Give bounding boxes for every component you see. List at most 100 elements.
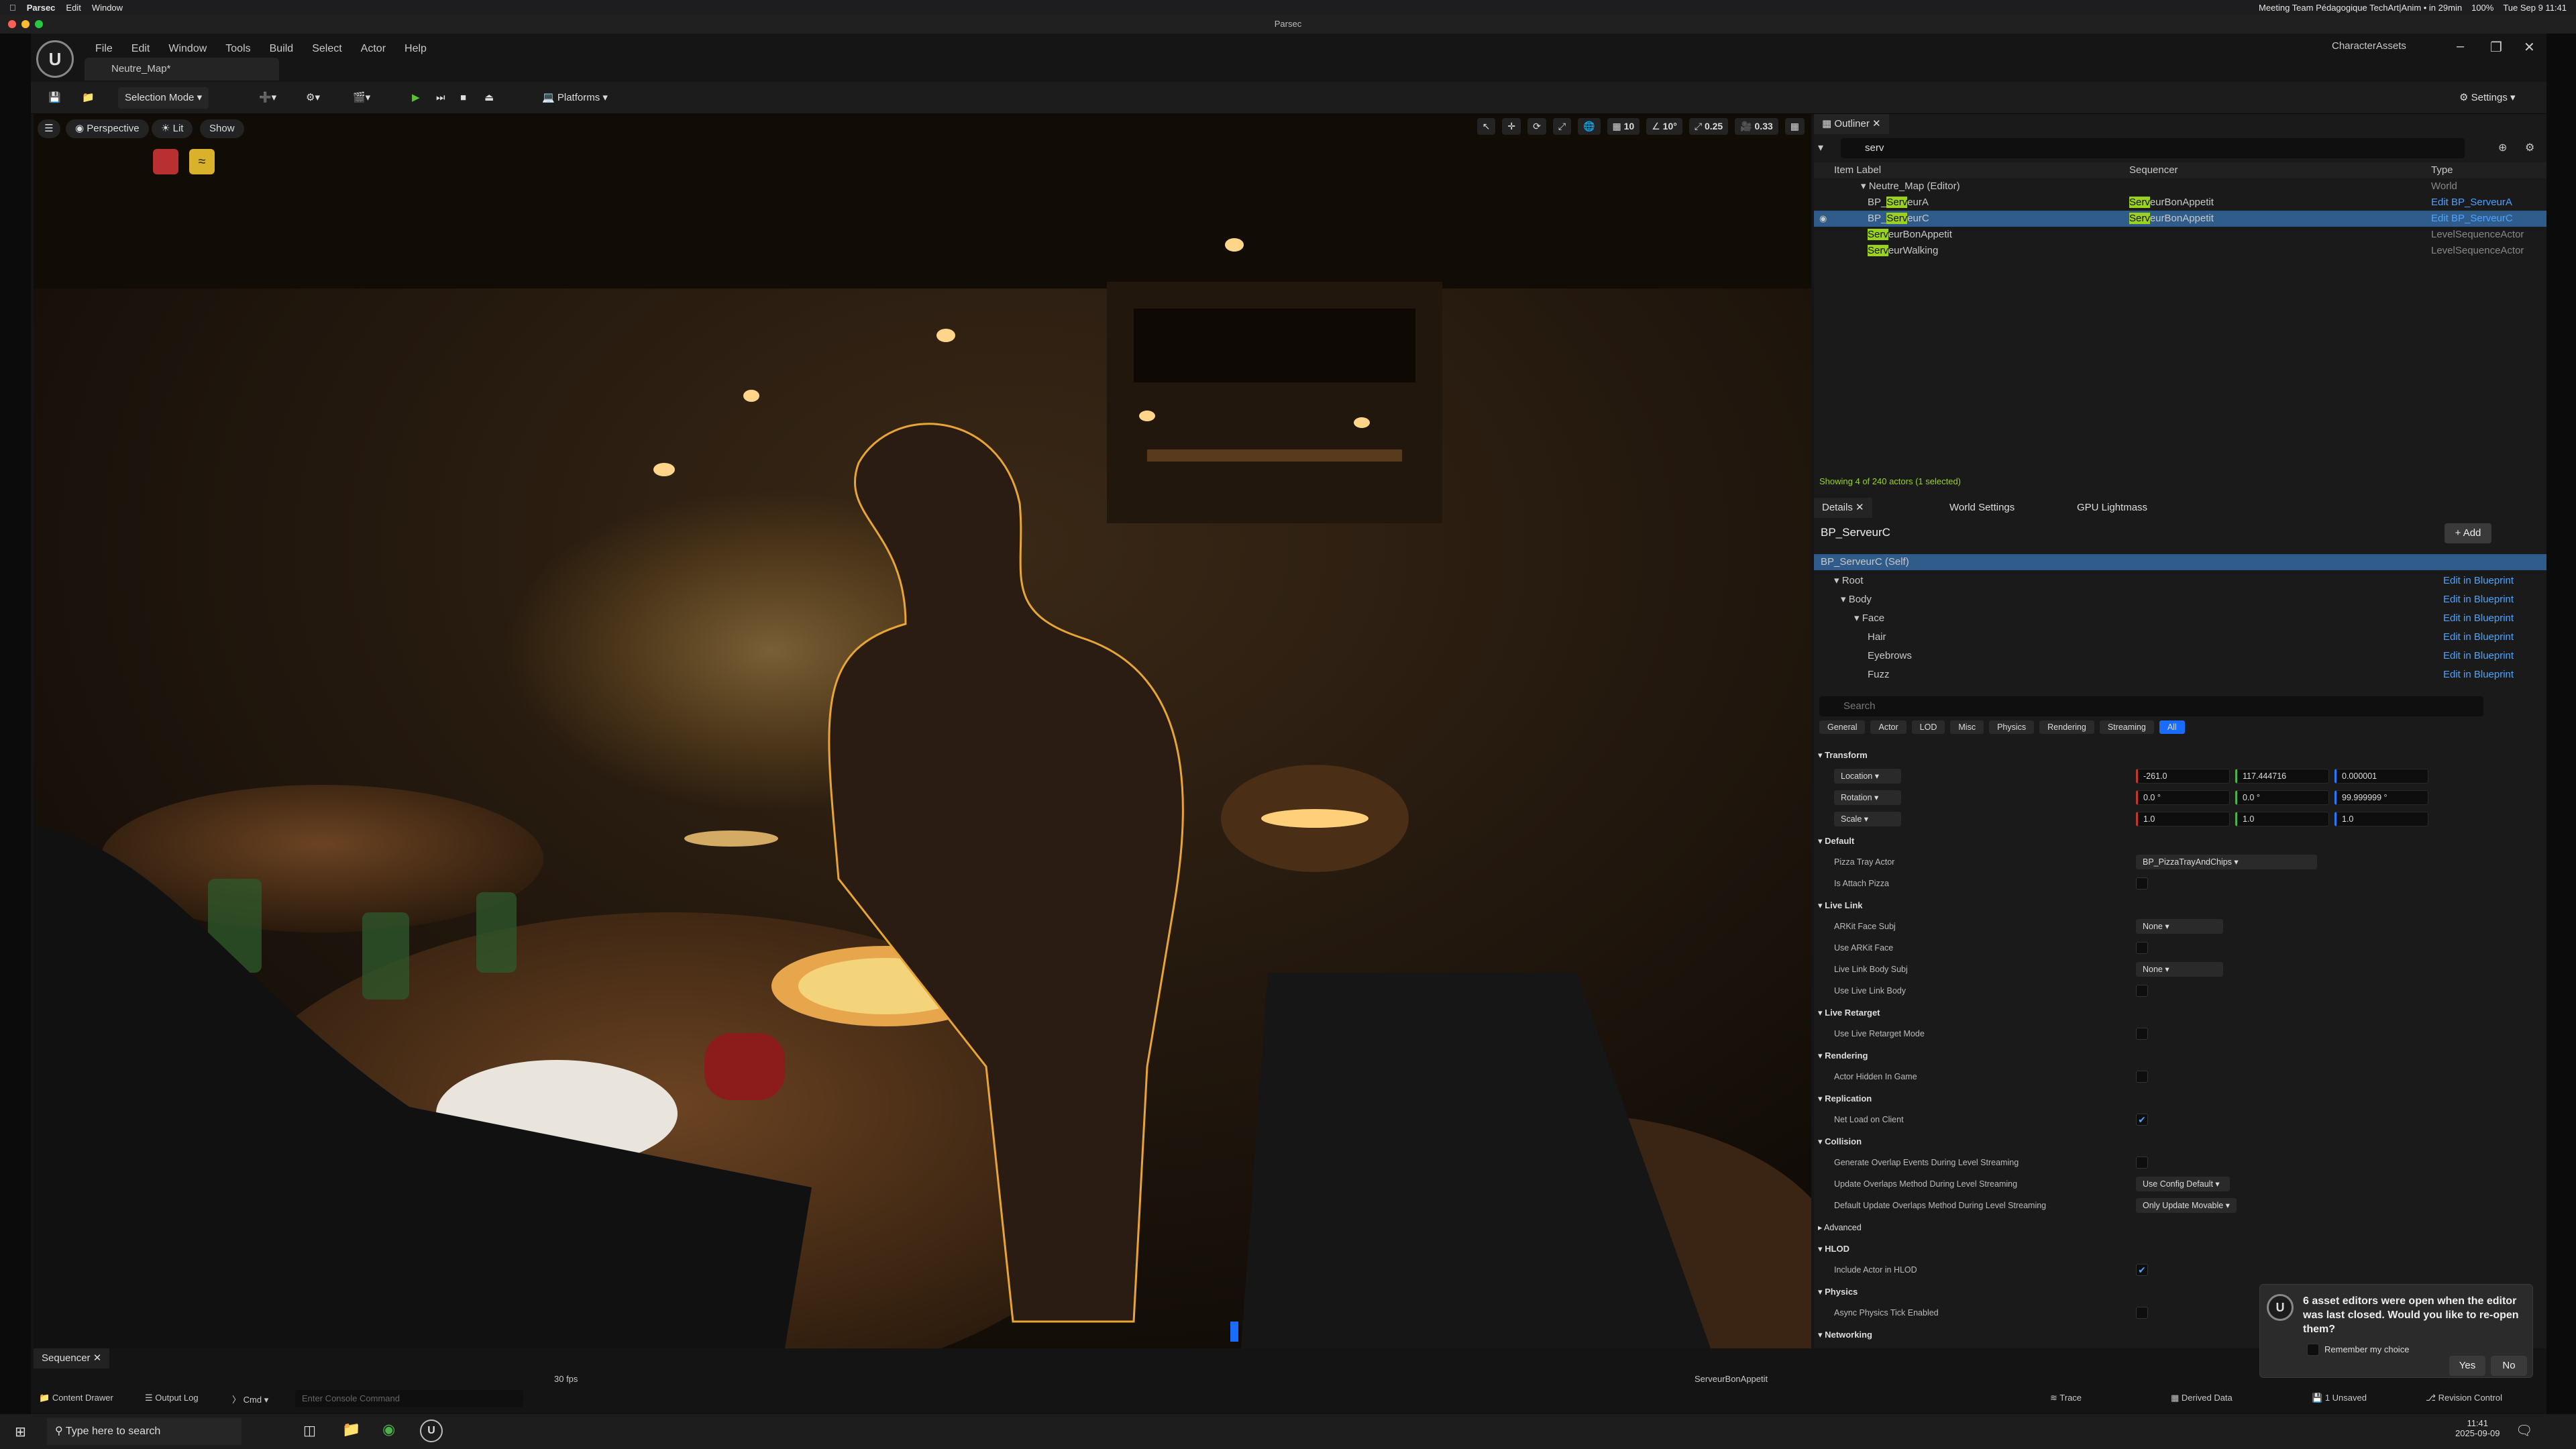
unsaved-button[interactable]: 💾 1 Unsaved <box>2312 1393 2367 1403</box>
world-icon[interactable]: 🌐 <box>1578 118 1601 135</box>
column-type[interactable]: Type <box>2431 162 2453 178</box>
filter-all[interactable]: All <box>2159 720 2185 734</box>
console-input[interactable]: Enter Console Command <box>295 1390 523 1407</box>
property-dropdown[interactable]: None ▾ <box>2136 919 2223 934</box>
column-item-label[interactable]: Item Label <box>1834 162 1881 178</box>
transform-location-z[interactable]: 0.000001 <box>2334 769 2428 784</box>
app-menu[interactable]: Parsec <box>27 3 56 13</box>
transform-location-x[interactable]: -261.0 <box>2136 769 2230 784</box>
category-header[interactable]: ▾ Collision <box>1818 1136 1862 1147</box>
level-viewport[interactable]: ☰ ◉ Perspective ☀ Lit Show ≈ ↖ ✛ ⟳ ⤢ 🌐 ▦… <box>34 114 1811 1348</box>
filter-lod[interactable]: LOD <box>1911 720 1945 734</box>
tab-sequencer[interactable]: Sequencer ✕ <box>34 1348 110 1368</box>
filter-physics[interactable]: Physics <box>1989 720 2035 734</box>
camera-speed[interactable]: 🎥 0.33 <box>1735 118 1778 135</box>
tab-world-settings[interactable]: World Settings <box>1941 498 2023 518</box>
menu-tools[interactable]: Tools <box>216 40 260 58</box>
unreal-logo-icon[interactable]: U <box>36 40 74 78</box>
property-checkbox[interactable] <box>2136 1307 2148 1319</box>
platforms-button[interactable]: 💻 Platforms ▾ <box>535 87 614 109</box>
filter-general[interactable]: General <box>1819 720 1866 734</box>
meeting-status[interactable]: Meeting Team Pédagogique TechArt|Anim • … <box>2259 3 2462 13</box>
gear-icon[interactable]: ⚙ <box>2525 141 2534 154</box>
menu-edit[interactable]: Edit <box>66 3 80 13</box>
clock[interactable]: Tue Sep 9 11:41 <box>2503 3 2567 13</box>
filter-rendering[interactable]: Rendering <box>2039 720 2094 734</box>
filter-streaming[interactable]: Streaming <box>2099 720 2154 734</box>
eye-icon[interactable]: ◉ <box>1819 211 1827 227</box>
transform-rotation-y[interactable]: 0.0 ° <box>2235 790 2329 805</box>
outliner-item-type[interactable]: Edit BP_ServeurA <box>2431 195 2512 211</box>
property-checkbox[interactable] <box>2136 877 2148 890</box>
category-header[interactable]: ▾ Networking <box>1818 1330 1872 1340</box>
windows-start-icon[interactable]: ⊞ <box>15 1424 26 1440</box>
output-log-button[interactable]: ☰ Output Log <box>145 1393 199 1403</box>
selection-mode-button[interactable]: Selection Mode ▾ <box>118 87 209 109</box>
property-dropdown[interactable]: BP_PizzaTrayAndChips ▾ <box>2136 855 2317 869</box>
minimize-icon[interactable] <box>21 20 30 28</box>
transform-location-selector[interactable]: Location ▾ <box>1834 769 1901 784</box>
menu-build[interactable]: Build <box>260 40 303 58</box>
transform-scale-x[interactable]: 1.0 <box>2136 812 2230 826</box>
step-icon[interactable]: ⏭ <box>429 87 452 109</box>
select-icon[interactable]: ↖ <box>1477 118 1496 135</box>
livelink-icon[interactable]: ≈ <box>189 149 215 174</box>
settings-button[interactable]: ⚙ Settings ▾ <box>2453 87 2522 109</box>
category-header[interactable]: ▾ Replication <box>1818 1093 1872 1104</box>
cmd-selector[interactable]: 〉 Cmd ▾ <box>232 1393 268 1405</box>
chrome-icon[interactable]: ◉ <box>382 1421 395 1438</box>
transform-scale-selector[interactable]: Scale ▾ <box>1834 812 1901 826</box>
eject-icon[interactable]: ⏏ <box>478 87 500 109</box>
outliner-item-type[interactable]: Edit BP_ServeurC <box>2431 211 2513 227</box>
tab-details[interactable]: Details ✕ <box>1814 498 1872 518</box>
close-icon[interactable] <box>8 20 16 28</box>
menu-select[interactable]: Select <box>303 40 351 58</box>
property-dropdown[interactable]: None ▾ <box>2136 962 2223 977</box>
restore-icon[interactable]: ❐ <box>2490 39 2502 56</box>
property-checkbox[interactable] <box>2136 1028 2148 1040</box>
map-tab[interactable]: Neutre_Map* <box>85 58 279 80</box>
category-header[interactable]: ▾ Default <box>1818 836 1854 847</box>
advanced-toggle[interactable]: ▸ Advanced <box>1818 1222 1862 1232</box>
menu-actor[interactable]: Actor <box>352 40 395 58</box>
component-row[interactable]: BP_ServeurC (Self) <box>1814 554 2546 570</box>
transform-rotation-z[interactable]: 99.999999 ° <box>2334 790 2428 805</box>
transform-rotation-x[interactable]: 0.0 ° <box>2136 790 2230 805</box>
translate-icon[interactable]: ✛ <box>1502 118 1521 135</box>
outliner-row[interactable]: ◉ BP_ServeurC ServeurBonAppetit Edit BP_Ser… <box>1814 211 2546 227</box>
lit-button[interactable]: ☀ Lit <box>152 119 193 138</box>
add-component-button[interactable]: + Add <box>2445 523 2491 543</box>
menu-file[interactable]: File <box>86 40 122 58</box>
transform-scale-z[interactable]: 1.0 <box>2334 812 2428 826</box>
category-header[interactable]: ▾ Live Link <box>1818 900 1863 911</box>
property-dropdown[interactable]: Only Update Movable ▾ <box>2136 1198 2237 1213</box>
category-header[interactable]: ▾ HLOD <box>1818 1244 1849 1254</box>
scale-snap[interactable]: ⤢ 0.25 <box>1688 118 1729 135</box>
fps-selector[interactable]: 30 fps <box>554 1374 578 1384</box>
category-header[interactable]: ▾ Rendering <box>1818 1051 1868 1061</box>
outliner-row[interactable]: ◉ServeurWalkingLevelSequenceActor <box>1814 243 2546 259</box>
property-checkbox[interactable]: ✔ <box>2136 1114 2148 1126</box>
filter-actor[interactable]: Actor <box>1870 720 1907 734</box>
layout-icon[interactable]: ▦ <box>1784 118 1805 135</box>
menu-window[interactable]: Window <box>92 3 123 13</box>
record-icon[interactable] <box>153 149 178 174</box>
property-checkbox[interactable] <box>2136 1071 2148 1083</box>
menu-window[interactable]: Window <box>159 40 216 58</box>
component-row[interactable]: Fuzz Edit in Blueprint <box>1814 667 2546 683</box>
tab-outliner[interactable]: ▦ Outliner ✕ <box>1814 114 1889 134</box>
property-checkbox[interactable] <box>2136 985 2148 997</box>
category-header[interactable]: ▾ Transform <box>1818 750 1868 761</box>
property-checkbox[interactable] <box>2136 1157 2148 1169</box>
component-row[interactable]: Eyebrows Edit in Blueprint <box>1814 648 2546 664</box>
outliner-row[interactable]: ◉ServeurBonAppetitLevelSequenceActor <box>1814 227 2546 243</box>
play-icon[interactable]: ▶ <box>405 87 427 109</box>
edit-in-blueprint-link[interactable]: Edit in Blueprint <box>2443 667 2514 683</box>
transform-location-y[interactable]: 117.444716 <box>2235 769 2329 784</box>
component-row[interactable]: ▾ Root Edit in Blueprint <box>1814 573 2546 589</box>
show-button[interactable]: Show <box>200 119 244 138</box>
close-icon[interactable]: ✕ <box>2524 39 2535 56</box>
component-row[interactable]: ▾ Face Edit in Blueprint <box>1814 610 2546 627</box>
revision-control-button[interactable]: ⎇ Revision Control <box>2426 1393 2502 1403</box>
apple-icon[interactable]:  <box>9 3 16 13</box>
